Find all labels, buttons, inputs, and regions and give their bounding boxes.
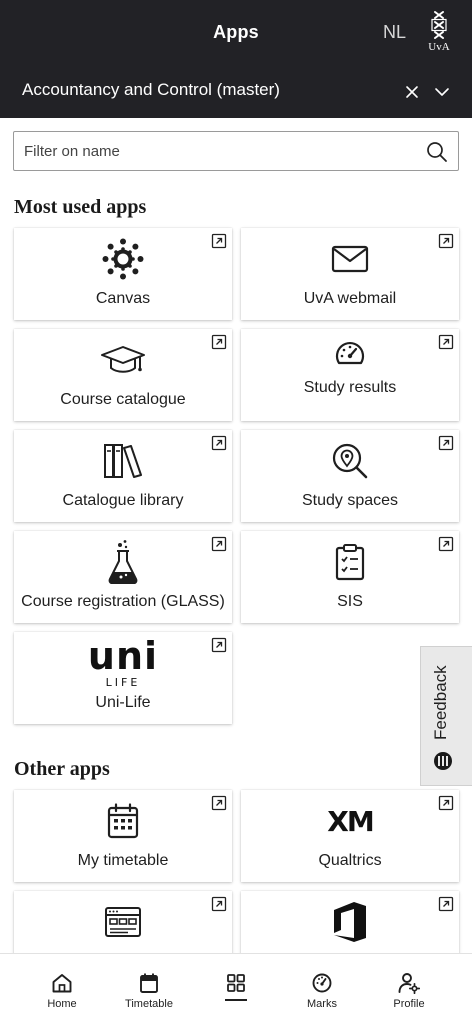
flask-icon (14, 539, 232, 585)
app-tile-uni-life[interactable]: uni LIFE Uni-Life (14, 632, 232, 724)
profile-settings-icon (398, 973, 420, 994)
app-tile-my-timetable[interactable]: My timetable (14, 790, 232, 882)
app-label: Study results (303, 379, 397, 396)
nav-home[interactable]: Home (22, 954, 102, 1024)
speedometer-icon (312, 973, 332, 993)
nav-marks-label: Marks (307, 998, 337, 1010)
qualtrics-logo-text: XM (327, 804, 374, 838)
app-label: UvA webmail (303, 290, 397, 307)
app-tile-sis[interactable]: SIS (241, 531, 459, 623)
app-tile-canvas[interactable]: Canvas (14, 228, 232, 320)
graduation-cap-icon (14, 339, 232, 381)
uva-logo: UvA (424, 10, 454, 56)
app-tile-course-registration[interactable]: Course registration (GLASS) (14, 531, 232, 623)
nav-marks[interactable]: Marks (282, 954, 362, 1024)
app-label: Study spaces (301, 492, 399, 509)
app-label: Canvas (95, 290, 151, 307)
app-label: Course registration (GLASS) (21, 593, 225, 610)
chevron-down-icon[interactable] (432, 82, 452, 102)
location-search-icon (241, 440, 459, 482)
feedback-icon (434, 752, 452, 770)
uni-life-logo-main: uni (87, 633, 159, 678)
apps-grid-icon (227, 974, 245, 992)
office-logo (241, 901, 459, 943)
top-header: Apps NL UvA Accountancy and Control (mas… (0, 0, 472, 118)
logo-text: UvA (428, 41, 450, 53)
home-icon (52, 974, 72, 993)
filter-box (13, 131, 459, 171)
filter-input[interactable] (24, 132, 404, 170)
app-tile-qualtrics[interactable]: XM Qualtrics (241, 790, 459, 882)
section-title-other-apps: Other apps (14, 758, 110, 780)
app-tile-uva-webmail[interactable]: UvA webmail (241, 228, 459, 320)
clipboard-checklist-icon (241, 541, 459, 583)
uni-life-logo: uni LIFE (14, 633, 232, 689)
close-icon[interactable] (402, 82, 422, 102)
calendar-icon (14, 800, 232, 842)
uni-life-logo-sub: LIFE (105, 675, 141, 689)
active-indicator (225, 999, 247, 1001)
nav-timetable-label: Timetable (125, 998, 173, 1010)
mail-icon (241, 238, 459, 280)
books-icon (14, 440, 232, 482)
app-tile-catalogue-library[interactable]: Catalogue library (14, 430, 232, 522)
uva-crest-icon (431, 11, 447, 39)
app-label: Qualtrics (318, 852, 382, 869)
language-switch[interactable]: NL (383, 22, 406, 43)
app-label: SIS (337, 593, 363, 610)
browser-window-icon (14, 901, 232, 943)
speedometer-icon (241, 333, 459, 375)
canvas-icon (14, 238, 232, 280)
calendar-icon (140, 973, 158, 993)
app-label: Course catalogue (60, 391, 186, 408)
nav-apps[interactable] (196, 954, 276, 1024)
app-label: Catalogue library (62, 492, 184, 509)
program-selector[interactable]: Accountancy and Control (master) (22, 80, 280, 100)
nav-profile[interactable]: Profile (369, 954, 449, 1024)
feedback-tab[interactable]: Feedback (420, 646, 472, 786)
search-icon[interactable] (426, 141, 448, 163)
app-label: My timetable (77, 852, 169, 869)
app-label: Uni-Life (95, 694, 151, 711)
nav-timetable[interactable]: Timetable (109, 954, 189, 1024)
nav-home-label: Home (47, 998, 77, 1010)
qualtrics-logo: XM (241, 800, 459, 842)
section-title-most-used: Most used apps (14, 196, 147, 218)
nav-profile-label: Profile (393, 998, 425, 1010)
app-tile-study-results[interactable]: Study results (241, 329, 459, 421)
bottom-navigation: Home Timetable Marks Profile (0, 953, 472, 1024)
feedback-label: Feedback (431, 665, 450, 741)
app-tile-study-spaces[interactable]: Study spaces (241, 430, 459, 522)
app-tile-course-catalogue[interactable]: Course catalogue (14, 329, 232, 421)
